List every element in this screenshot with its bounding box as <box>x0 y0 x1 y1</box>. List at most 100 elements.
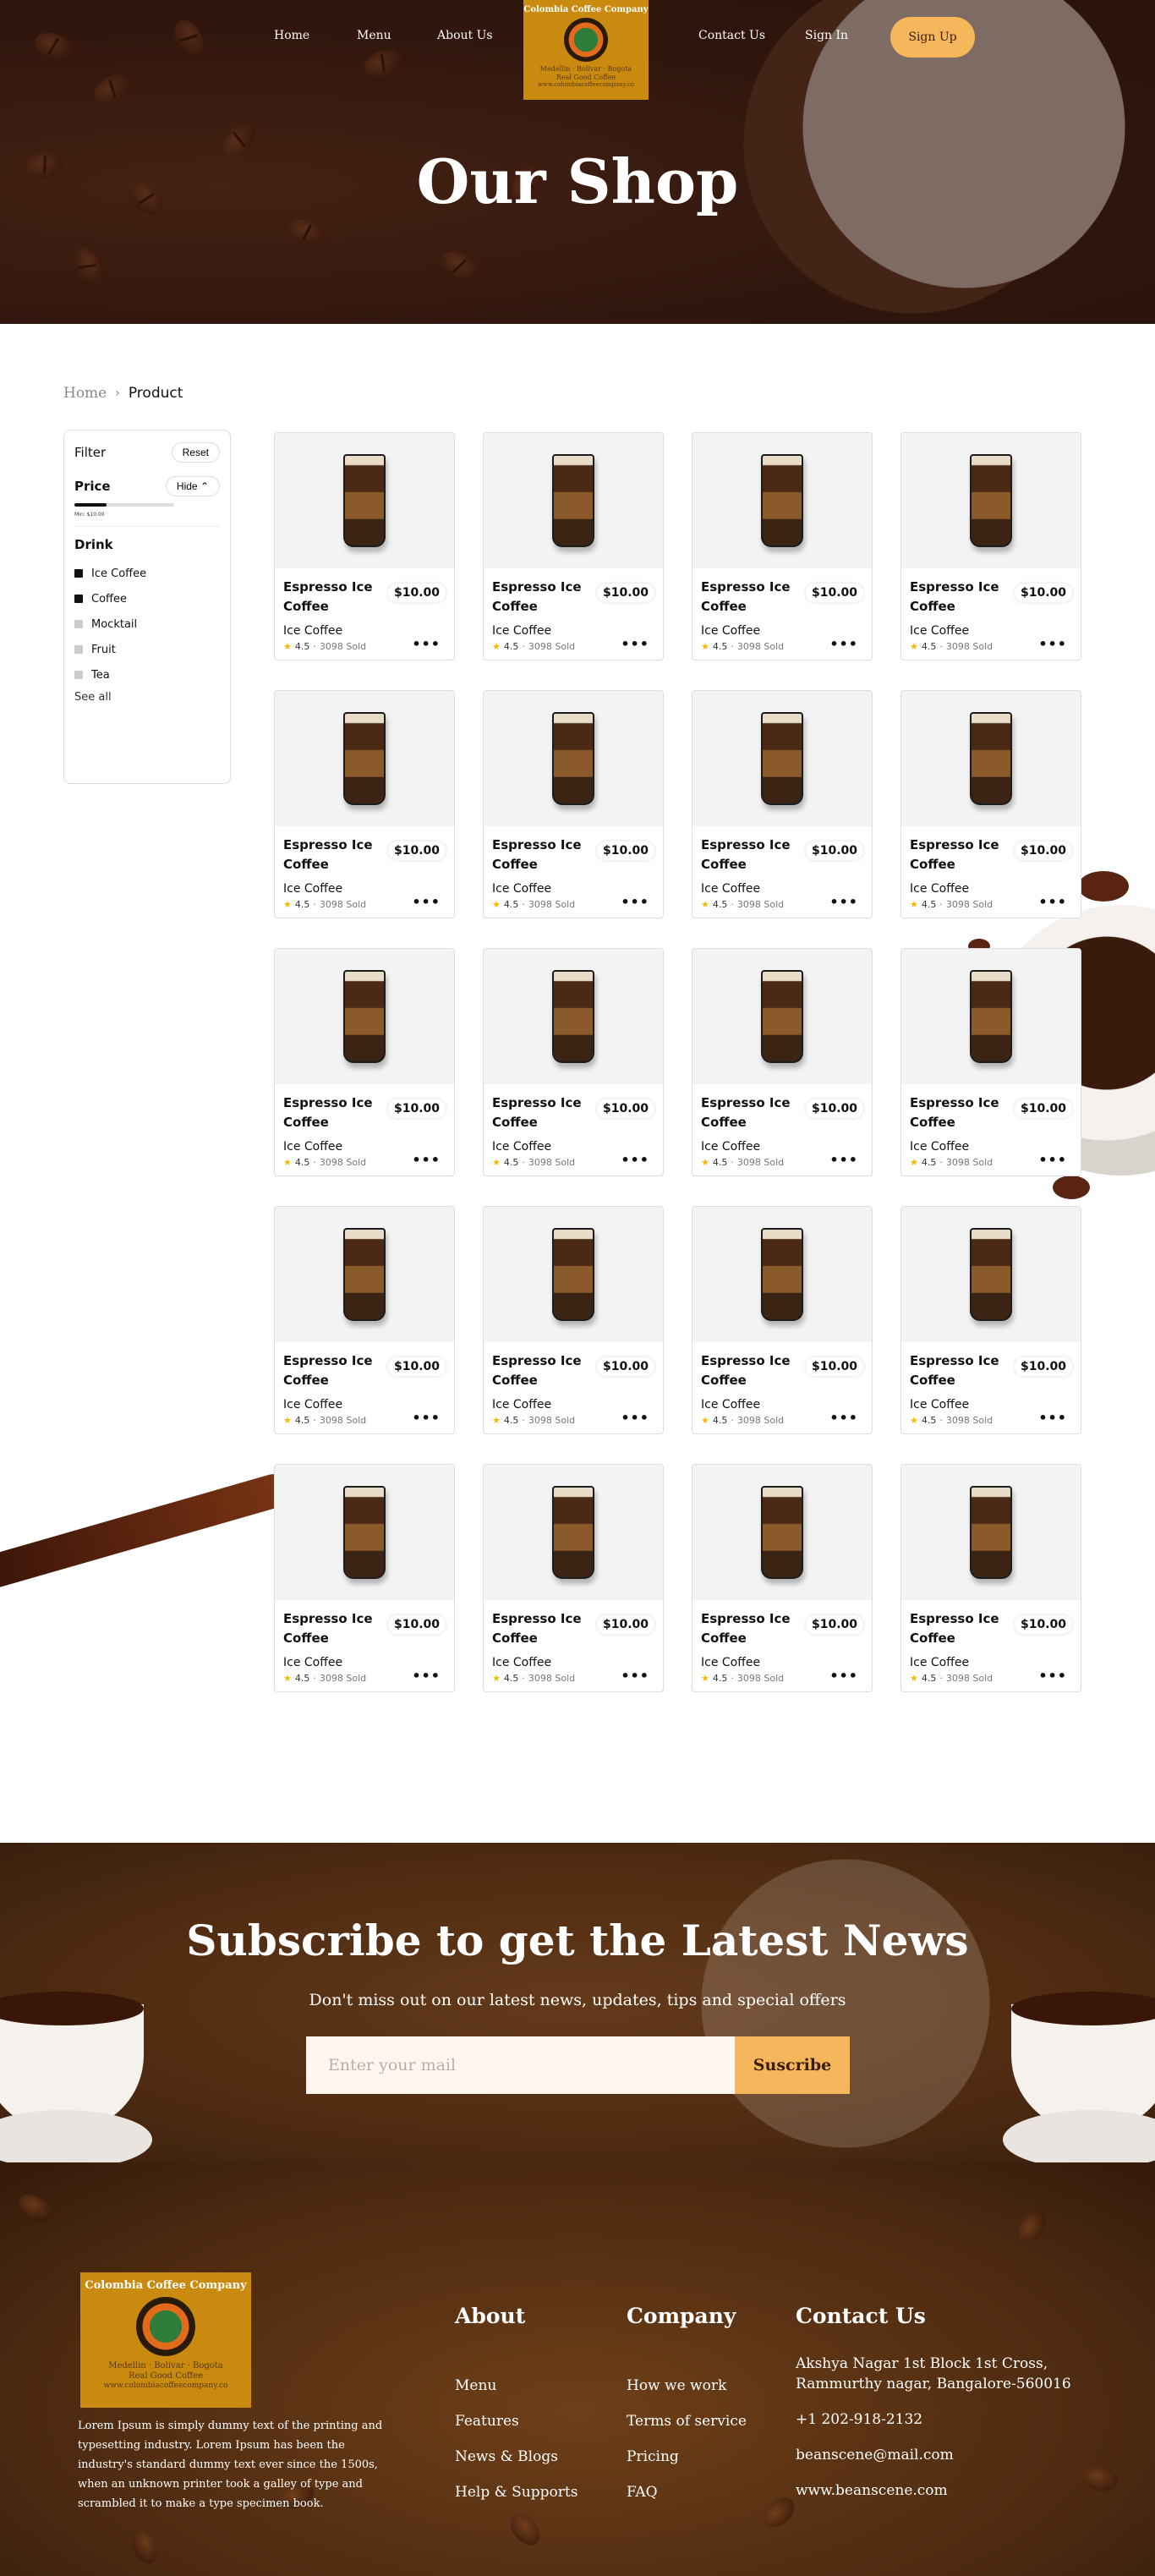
product-card[interactable]: Espresso Ice Coffee $10.00 Ice Coffee ★ 4.5 ·… <box>692 1206 873 1434</box>
more-options-icon[interactable]: ••• <box>412 1668 441 1684</box>
product-card[interactable]: Espresso Ice Coffee $10.00 Ice Coffee ★ 4.5 ·… <box>274 948 455 1176</box>
filter-option[interactable]: Ice Coffee <box>74 561 220 586</box>
filter-option[interactable]: Fruit <box>74 637 220 662</box>
more-options-icon[interactable]: ••• <box>1038 1410 1067 1426</box>
product-card[interactable]: Espresso Ice Coffee $10.00 Ice Coffee ★ 4.5 ·… <box>692 1464 873 1692</box>
more-options-icon[interactable]: ••• <box>829 1668 858 1684</box>
product-image[interactable] <box>484 433 663 568</box>
footer-link[interactable]: Terms of service <box>627 2413 747 2448</box>
more-options-icon[interactable]: ••• <box>412 1410 441 1426</box>
product-image[interactable] <box>275 1465 454 1600</box>
nav-about-link[interactable]: About Us <box>437 29 493 42</box>
footer-link[interactable]: Features <box>455 2413 578 2448</box>
product-card[interactable]: Espresso Ice Coffee $10.00 Ice Coffee ★ 4.5 ·… <box>483 690 664 918</box>
more-options-icon[interactable]: ••• <box>412 636 441 652</box>
breadcrumb-home-link[interactable]: Home <box>63 385 107 402</box>
contact-website[interactable]: www.beanscene.com <box>796 2480 1075 2501</box>
product-image[interactable] <box>692 949 872 1084</box>
filter-option[interactable]: Coffee <box>74 586 220 611</box>
nav-home-link[interactable]: Home <box>274 29 309 42</box>
more-options-icon[interactable]: ••• <box>829 1152 858 1168</box>
product-image[interactable] <box>901 949 1081 1084</box>
product-image[interactable] <box>692 433 872 568</box>
iced-coffee-glass-icon <box>970 454 1012 547</box>
product-card[interactable]: Espresso Ice Coffee $10.00 Ice Coffee ★ 4.5 ·… <box>692 948 873 1176</box>
product-card[interactable]: Espresso Ice Coffee $10.00 Ice Coffee ★ 4.5 ·… <box>274 432 455 660</box>
footer-link[interactable]: How we work <box>627 2377 747 2413</box>
nav-contact-link[interactable]: Contact Us <box>698 29 765 42</box>
contact-email[interactable]: beanscene@mail.com <box>796 2445 1075 2465</box>
product-image[interactable] <box>484 949 663 1084</box>
product-card[interactable]: Espresso Ice Coffee $10.00 Ice Coffee ★ 4.5 ·… <box>900 690 1081 918</box>
more-options-icon[interactable]: ••• <box>1038 1152 1067 1168</box>
product-card[interactable]: Espresso Ice Coffee $10.00 Ice Coffee ★ 4.5 ·… <box>483 1206 664 1434</box>
more-options-icon[interactable]: ••• <box>829 1410 858 1426</box>
product-image[interactable] <box>901 433 1081 568</box>
product-image[interactable] <box>275 1207 454 1342</box>
checkbox[interactable] <box>74 595 83 603</box>
nav-menu-link[interactable]: Menu <box>357 29 391 42</box>
brand-logo[interactable]: Colombia Coffee Company Medellin · Boliv… <box>523 0 649 100</box>
more-options-icon[interactable]: ••• <box>621 1152 649 1168</box>
product-image[interactable] <box>901 691 1081 826</box>
checkbox[interactable] <box>74 569 83 578</box>
nav-signin-link[interactable]: Sign In <box>805 29 848 42</box>
footer-logo[interactable]: Colombia Coffee Company Medellin · Boliv… <box>80 2272 251 2408</box>
product-image[interactable] <box>692 1465 872 1600</box>
product-card[interactable]: Espresso Ice Coffee $10.00 Ice Coffee ★ 4.5 ·… <box>274 690 455 918</box>
more-options-icon[interactable]: ••• <box>412 1152 441 1168</box>
price-slider[interactable] <box>74 503 174 507</box>
footer-link[interactable]: FAQ <box>627 2484 747 2519</box>
checkbox[interactable] <box>74 671 83 679</box>
see-all-link[interactable]: See all <box>74 691 220 704</box>
footer-link[interactable]: Pricing <box>627 2448 747 2484</box>
product-category: Ice Coffee <box>492 882 552 896</box>
product-image[interactable] <box>901 1465 1081 1600</box>
subscribe-button[interactable]: Suscribe <box>735 2036 850 2094</box>
product-image[interactable] <box>484 1465 663 1600</box>
more-options-icon[interactable]: ••• <box>412 894 441 910</box>
product-image[interactable] <box>692 691 872 826</box>
product-card[interactable]: Espresso Ice Coffee $10.00 Ice Coffee ★ 4.5 ·… <box>274 1206 455 1434</box>
product-image[interactable] <box>901 1207 1081 1342</box>
filter-option[interactable]: Tea <box>74 662 220 688</box>
footer-link[interactable]: News & Blogs <box>455 2448 578 2484</box>
more-options-icon[interactable]: ••• <box>829 894 858 910</box>
product-image[interactable] <box>275 433 454 568</box>
product-card[interactable]: Espresso Ice Coffee $10.00 Ice Coffee ★ 4.5 ·… <box>900 948 1081 1176</box>
footer-link[interactable]: Menu <box>455 2377 578 2413</box>
more-options-icon[interactable]: ••• <box>1038 636 1067 652</box>
product-card[interactable]: Espresso Ice Coffee $10.00 Ice Coffee ★ 4.5 ·… <box>900 1206 1081 1434</box>
product-image[interactable] <box>275 691 454 826</box>
product-card[interactable]: Espresso Ice Coffee $10.00 Ice Coffee ★ 4.5 ·… <box>483 1464 664 1692</box>
email-input[interactable] <box>306 2036 735 2094</box>
contact-phone[interactable]: +1 202-918-2132 <box>796 2409 1075 2430</box>
product-image[interactable] <box>484 691 663 826</box>
more-options-icon[interactable]: ••• <box>1038 894 1067 910</box>
filter-option[interactable]: Mocktail <box>74 611 220 637</box>
product-image[interactable] <box>275 949 454 1084</box>
product-image[interactable] <box>484 1207 663 1342</box>
product-card[interactable]: Espresso Ice Coffee $10.00 Ice Coffee ★ 4.5 ·… <box>900 1464 1081 1692</box>
checkbox[interactable] <box>74 645 83 654</box>
product-image[interactable] <box>692 1207 872 1342</box>
checkbox[interactable] <box>74 620 83 628</box>
more-options-icon[interactable]: ••• <box>829 636 858 652</box>
more-options-icon[interactable]: ••• <box>1038 1668 1067 1684</box>
more-options-icon[interactable]: ••• <box>621 1410 649 1426</box>
product-card[interactable]: Espresso Ice Coffee $10.00 Ice Coffee ★ 4.5 ·… <box>692 432 873 660</box>
more-options-icon[interactable]: ••• <box>621 1668 649 1684</box>
product-card[interactable]: Espresso Ice Coffee $10.00 Ice Coffee ★ 4.5 ·… <box>483 948 664 1176</box>
hide-price-button[interactable]: Hide ⌃ <box>165 476 220 496</box>
product-card[interactable]: Espresso Ice Coffee $10.00 Ice Coffee ★ 4.5 ·… <box>483 432 664 660</box>
product-rating: 4.5 <box>712 899 728 910</box>
product-card[interactable]: Espresso Ice Coffee $10.00 Ice Coffee ★ 4.5 ·… <box>274 1464 455 1692</box>
more-options-icon[interactable]: ••• <box>621 894 649 910</box>
star-icon: ★ <box>701 1415 709 1426</box>
reset-button[interactable]: Reset <box>171 442 220 463</box>
more-options-icon[interactable]: ••• <box>621 636 649 652</box>
product-card[interactable]: Espresso Ice Coffee $10.00 Ice Coffee ★ 4.5 ·… <box>692 690 873 918</box>
footer-link[interactable]: Help & Supports <box>455 2484 578 2519</box>
signup-button[interactable]: Sign Up <box>890 17 975 58</box>
product-card[interactable]: Espresso Ice Coffee $10.00 Ice Coffee ★ 4.5 ·… <box>900 432 1081 660</box>
